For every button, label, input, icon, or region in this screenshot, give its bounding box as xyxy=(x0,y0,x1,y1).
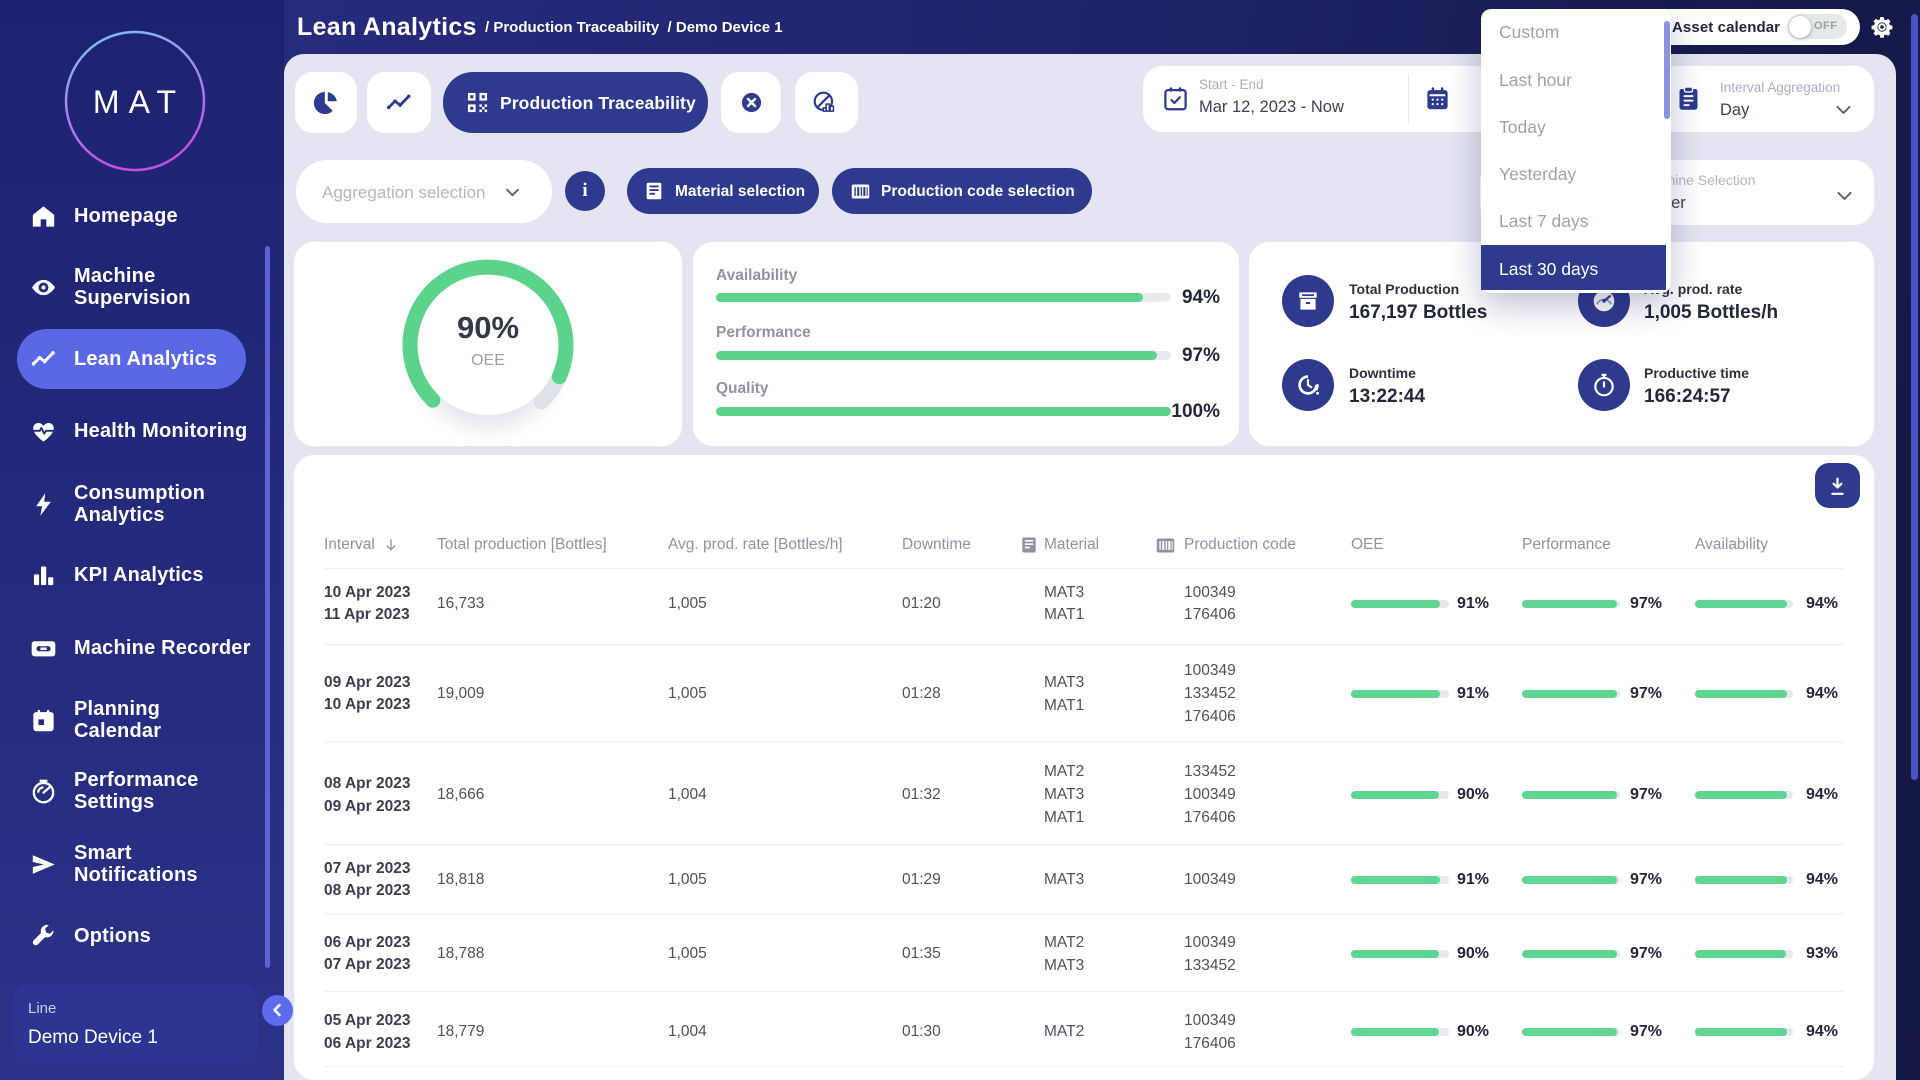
svg-text:MAT: MAT xyxy=(93,84,185,120)
